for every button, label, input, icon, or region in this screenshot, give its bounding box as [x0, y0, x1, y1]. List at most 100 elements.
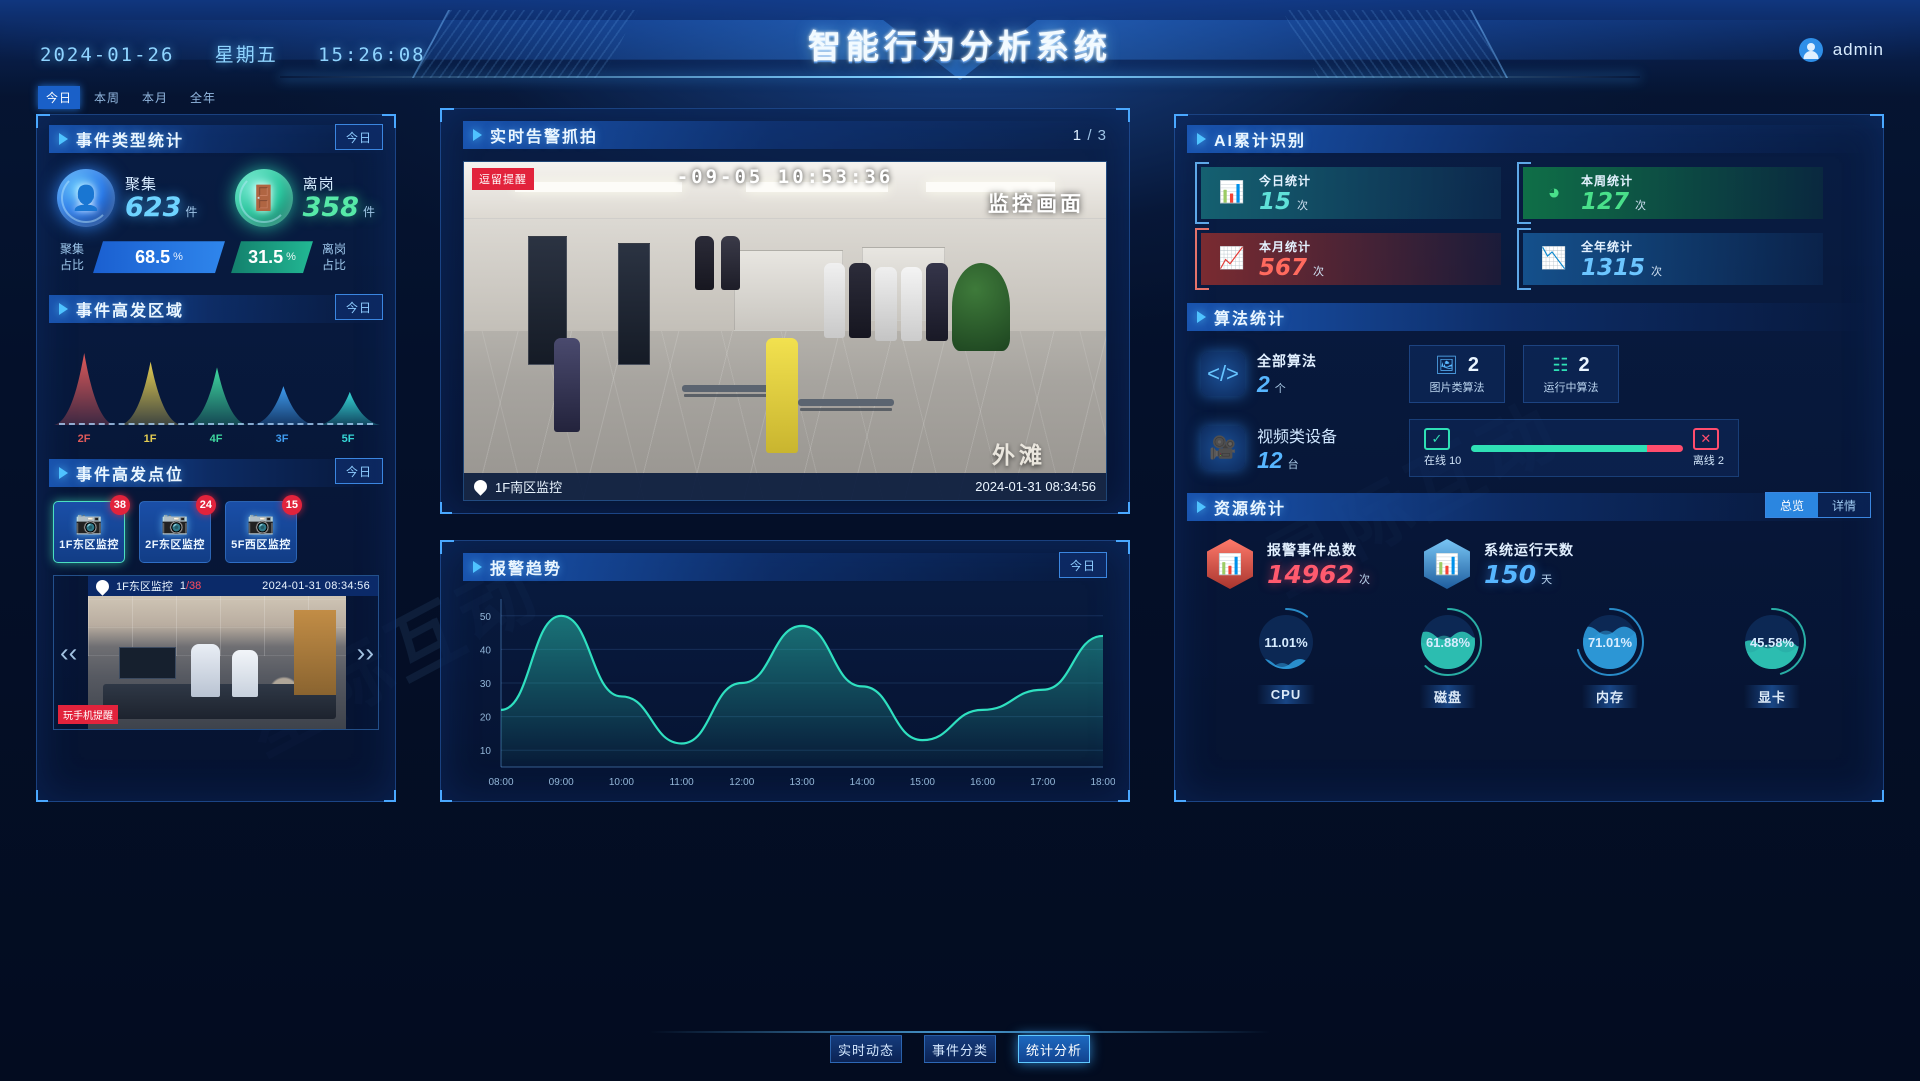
- preview-next-button[interactable]: ››: [357, 637, 374, 668]
- gauge-value: 45.58%: [1749, 634, 1795, 650]
- hot-spot-name: 1F东区监控: [59, 539, 119, 552]
- ai-card-unit: 次: [1635, 198, 1647, 212]
- avatar: [1798, 38, 1823, 62]
- alarm-trend-panel: 报警趋势 今日 10 20 30 40 50 08:00 09:00 10:00 11:00 12…: [440, 540, 1130, 802]
- event-item-gathering: 👤 聚集 623 件: [57, 169, 197, 227]
- hot-spot-card-2[interactable]: 24 📷 2F东区监控: [139, 495, 216, 564]
- ai-card-value: 567: [1259, 254, 1308, 281]
- nav-event-category[interactable]: 事件分类: [924, 1035, 996, 1063]
- user-menu[interactable]: admin: [1798, 38, 1884, 62]
- ai-card-month[interactable]: 📈 本月统计 567 次: [1195, 228, 1501, 290]
- line-chart-icon: 📈: [1218, 247, 1246, 270]
- device-total-label: 视频类设备: [1257, 428, 1338, 446]
- resource-stat-value: 150: [1483, 559, 1537, 589]
- live-overlay-timestamp: -09-05 10:53:36: [676, 166, 894, 188]
- tab-week[interactable]: 本周: [86, 86, 128, 109]
- nav-statistics[interactable]: 统计分析: [1018, 1035, 1090, 1063]
- resource-view-toggle: 总览 详情: [1764, 492, 1871, 518]
- live-snapshot-panel: 实时告警抓拍 1 / 3 -09-05 10:53:36 逗留提醒 监控画面 外…: [440, 108, 1130, 514]
- live-watermark-secondary: 外滩: [992, 442, 1046, 468]
- ai-card-unit: 次: [1313, 264, 1325, 278]
- live-video-frame[interactable]: -09-05 10:53:36 逗留提醒 监控画面 外滩 1F南区监控 2024…: [463, 161, 1107, 501]
- trend-y-tick: 50: [480, 612, 492, 623]
- gauge-label: 显卡: [1743, 685, 1800, 708]
- image-icon: 🖼: [1435, 354, 1458, 375]
- device-offline-value: 2: [1717, 455, 1724, 467]
- right-panel: AI累计识别 📊 今日统计 15 次 ◕ 本周统计 127 次 📈 本月统计 5…: [1174, 114, 1884, 802]
- triangle-icon: [1197, 501, 1206, 513]
- ai-card-today[interactable]: 📊 今日统计 15 次: [1195, 162, 1501, 224]
- peak-label-3F: 3F: [275, 433, 289, 446]
- gauge-value: 11.01%: [1264, 634, 1308, 650]
- hot-spot-preview: 1F东区监控 1/38 2024-01-31 08:34:56 玩手机提醒 ‹‹…: [53, 575, 379, 731]
- trend-period-badge[interactable]: 今日: [1058, 552, 1107, 578]
- gauge-label: 磁盘: [1419, 685, 1476, 708]
- hot-spot-count-badge: 24: [195, 495, 216, 516]
- triangle-icon: [1197, 133, 1206, 145]
- hot-spot-card-3[interactable]: 15 📷 5F西区监控: [225, 495, 302, 564]
- ratio-right-caption-bottom: 占比: [321, 258, 346, 273]
- hot-spot-section-header: 事件高发点位 今日: [49, 458, 383, 488]
- tab-month[interactable]: 本月: [134, 86, 176, 109]
- resource-toggle-overview[interactable]: 总览: [1765, 493, 1818, 517]
- peak-1F: [120, 362, 181, 426]
- device-total: 🎥 视频类设备 12 台: [1201, 423, 1391, 474]
- algorithm-row: </> 全部算法 2个 🖼 2 图片类算法 ☷ 2 运行中算法: [1175, 331, 1883, 403]
- device-offline-label: 离线: [1692, 455, 1715, 467]
- dashboard-root: 星际互动 星际互动 2024-01-26 星期五 15:26:08 智能行为分析…: [0, 0, 1920, 1081]
- tab-today[interactable]: 今日: [38, 86, 81, 109]
- ratio-left-value: 68.5: [135, 246, 171, 267]
- algorithm-image-value: 2: [1467, 353, 1479, 376]
- algorithm-title: 算法统计: [1214, 311, 1287, 328]
- live-info-bar: 1F南区监控 2024-01-31 08:34:56: [464, 473, 1106, 500]
- ratio-left-caption-top: 聚集: [59, 242, 84, 256]
- system-chart-icon: 📊: [1423, 539, 1470, 589]
- monitor-check-icon: ✓: [1424, 428, 1450, 450]
- location-pin-icon: [93, 577, 112, 596]
- monitor-x-icon: ✕: [1692, 428, 1719, 450]
- trend-x-tick: 18:00: [1090, 777, 1115, 788]
- gauge-value: 71.01%: [1587, 634, 1633, 650]
- resource-toggle-detail[interactable]: 详情: [1817, 493, 1870, 517]
- ratio-bar-off-duty: 31.5%: [231, 241, 313, 273]
- trend-section-header: 报警趋势 今日: [463, 552, 1107, 581]
- hot-spot-cards: 38 📷 1F东区监控 24 📷 2F东区监控 15 📷 5F西区监控: [37, 487, 395, 564]
- peak-5F: [319, 392, 380, 426]
- event-item-off-duty: 🚪 离岗 358 件: [234, 169, 375, 227]
- event-type-section-header: 事件类型统计 今日: [49, 124, 383, 153]
- hot-area-period-badge[interactable]: 今日: [334, 294, 383, 321]
- resource-stat-label: 系统运行天数: [1483, 541, 1574, 558]
- percent-sign: %: [173, 251, 183, 264]
- ai-card-label: 本周统计: [1581, 173, 1634, 188]
- ai-card-label: 本月统计: [1259, 239, 1312, 254]
- resource-stat-value: 14962: [1267, 559, 1354, 589]
- ai-title: AI累计识别: [1214, 133, 1307, 150]
- resource-section-header: 资源统计 总览 详情: [1187, 492, 1871, 521]
- trend-y-tick: 20: [480, 713, 492, 724]
- header-weekday: 星期五: [214, 45, 278, 66]
- resource-total-alarms: 📊 报警事件总数 14962 次: [1207, 539, 1370, 589]
- trend-x-tick: 13:00: [789, 777, 814, 788]
- hot-spot-period-badge[interactable]: 今日: [334, 458, 383, 485]
- algorithm-image-box[interactable]: 🖼 2 图片类算法: [1409, 345, 1505, 403]
- ai-section-header: AI累计识别: [1187, 125, 1871, 153]
- algorithm-running-box[interactable]: ☷ 2 运行中算法: [1523, 345, 1619, 403]
- ai-card-year[interactable]: 📉 全年统计 1315 次: [1517, 228, 1823, 290]
- event-unit: 件: [185, 205, 198, 220]
- gauge-内存: 71.01% 内存: [1567, 605, 1653, 708]
- nav-realtime[interactable]: 实时动态: [830, 1035, 902, 1063]
- live-counter-current: 1: [1072, 127, 1083, 144]
- peak-2F: [54, 353, 115, 426]
- trend-x-tick: 12:00: [729, 777, 754, 788]
- hot-spot-card-1[interactable]: 38 📷 1F东区监控: [53, 495, 130, 564]
- user-name: admin: [1832, 40, 1884, 59]
- live-timestamp: 2024-01-31 08:34:56: [975, 479, 1096, 494]
- hot-spot-count-badge: 38: [109, 495, 130, 516]
- tab-year[interactable]: 全年: [182, 86, 224, 109]
- ratio-right-caption-top: 离岗: [321, 242, 346, 256]
- ai-card-week[interactable]: ◕ 本周统计 127 次: [1517, 162, 1823, 224]
- hot-spot-name: 5F西区监控: [231, 539, 291, 552]
- event-type-period-badge[interactable]: 今日: [334, 124, 383, 150]
- algorithm-image-label: 图片类算法: [1429, 381, 1485, 394]
- preview-prev-button[interactable]: ‹‹: [60, 637, 77, 668]
